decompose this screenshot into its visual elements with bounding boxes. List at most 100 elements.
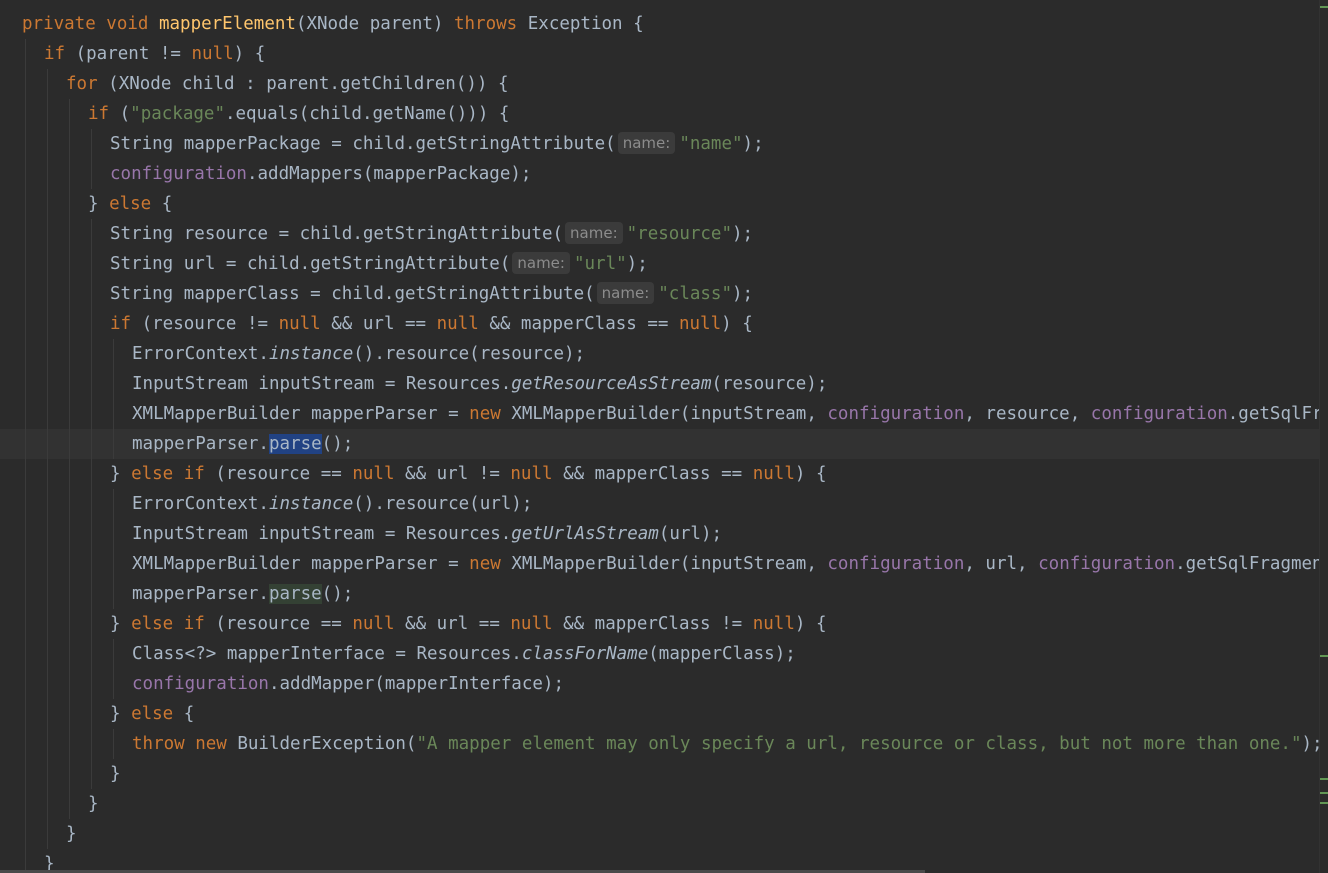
change-marker[interactable] [1320,792,1328,794]
code-token: && mapperClass == [489,314,679,334]
code-token: else if [131,464,216,484]
code-token: new [469,554,512,574]
code-token: if [110,314,142,334]
code-token: new [469,404,512,424]
code-editor[interactable]: private void mapperElement(XNode parent)… [0,0,1320,873]
code-token: parse [268,434,322,454]
indent-guide [91,639,92,669]
code-line[interactable]: Class<?> mapperInterface = Resources.cla… [0,639,1320,669]
code-line[interactable]: private void mapperElement(XNode parent)… [0,9,1320,39]
code-line[interactable]: if (resource != null && url == null && m… [0,309,1320,339]
code-text: if (parent != null) { [44,39,265,69]
indent-guide [91,369,92,399]
code-token: configuration [1038,554,1176,574]
code-line[interactable]: ErrorContext.instance().resource(url); [0,489,1320,519]
code-line[interactable]: configuration.addMapper(mapperInterface)… [0,669,1320,699]
indent-guide [25,579,26,609]
code-token: (); [321,584,354,604]
code-token: null [436,314,490,334]
code-token: classForName [521,644,649,664]
code-token: ); [732,224,754,244]
code-token: parse [268,584,322,604]
change-marker[interactable] [1320,655,1328,657]
indent-guide [25,219,26,249]
change-marker[interactable] [1320,778,1328,780]
code-token: (resource == [215,464,353,484]
code-token: ) { [794,614,827,634]
code-text: } [110,759,121,789]
code-token: "url" [573,254,627,274]
indent-guide [25,189,26,219]
code-line[interactable]: } [0,819,1320,849]
indent-guide [47,759,48,789]
change-marker[interactable] [1320,6,1328,8]
code-text: } [88,789,99,819]
code-line[interactable]: } else if (resource == null && url != nu… [0,459,1320,489]
indent-guide [25,279,26,309]
indent-guide [91,219,92,249]
indent-guide [25,399,26,429]
code-token: ); [742,134,764,154]
indent-guide [47,489,48,519]
code-line[interactable]: configuration.addMappers(mapperPackage); [0,159,1320,189]
code-token: (url); [658,524,723,544]
code-text: configuration.addMappers(mapperPackage); [110,159,531,189]
code-line[interactable]: mapperParser.parse(); [0,579,1320,609]
code-line[interactable]: if (parent != null) { [0,39,1320,69]
indent-guide [47,309,48,339]
code-line[interactable]: if ("package".equals(child.getName())) { [0,99,1320,129]
code-token: ) { [233,44,266,64]
code-text: ErrorContext.instance().resource(resourc… [132,339,585,369]
code-line[interactable]: InputStream inputStream = Resources.getR… [0,369,1320,399]
code-line[interactable]: String url = child.getStringAttribute(na… [0,249,1320,279]
code-line[interactable]: mapperParser.parse(); [0,429,1320,459]
code-text: configuration.addMapper(mapperInterface)… [132,669,564,699]
code-line[interactable]: } [0,789,1320,819]
indent-guide [69,759,70,789]
code-token: ().resource(resource); [353,344,586,364]
code-text: String resource = child.getStringAttribu… [110,219,753,249]
code-text: for (XNode child : parent.getChildren())… [66,69,509,99]
code-line[interactable]: } [0,759,1320,789]
code-line[interactable]: } else { [0,699,1320,729]
code-line[interactable]: String resource = child.getStringAttribu… [0,219,1320,249]
indent-guide [91,579,92,609]
indent-guide [25,309,26,339]
indent-guide [113,429,114,459]
code-line[interactable]: XMLMapperBuilder mapperParser = new XMLM… [0,549,1320,579]
indent-guide [47,459,48,489]
code-line[interactable]: XMLMapperBuilder mapperParser = new XMLM… [0,399,1320,429]
code-token: XMLMapperBuilder(inputStream, [511,554,828,574]
code-token: Class<?> mapperInterface = Resources. [132,644,522,664]
code-text: } [66,819,77,849]
code-token: mapperParser. [132,584,269,604]
indent-guide [25,699,26,729]
indent-guide [91,489,92,519]
code-line[interactable]: } else if (resource == null && url == nu… [0,609,1320,639]
code-line[interactable]: InputStream inputStream = Resources.getU… [0,519,1320,549]
code-token: ( [119,104,131,124]
code-token: else [109,194,162,214]
change-marker[interactable] [1320,802,1328,804]
code-line[interactable]: for (XNode child : parent.getChildren())… [0,69,1320,99]
code-token: XMLMapperBuilder(inputStream, [511,404,828,424]
indent-guide [47,129,48,159]
code-token: null [510,464,564,484]
code-line[interactable]: } else { [0,189,1320,219]
code-text: } else if (resource == null && url != nu… [110,459,827,489]
error-stripe[interactable] [1319,0,1328,873]
code-token: String mapperClass = child.getStringAttr… [110,284,595,304]
indent-guide [25,39,26,69]
indent-guide [69,399,70,429]
code-line[interactable]: String mapperClass = child.getStringAttr… [0,279,1320,309]
indent-guide [47,789,48,819]
code-token: .equals(child.getName())) { [224,104,510,124]
indent-guide [113,639,114,669]
code-line[interactable]: String mapperPackage = child.getStringAt… [0,129,1320,159]
indent-guide [25,489,26,519]
indent-guide [47,249,48,279]
code-token: && url != [405,464,511,484]
code-line[interactable]: ErrorContext.instance().resource(resourc… [0,339,1320,369]
code-line[interactable]: throw new BuilderException("A mapper ele… [0,729,1320,759]
indent-guide [91,339,92,369]
